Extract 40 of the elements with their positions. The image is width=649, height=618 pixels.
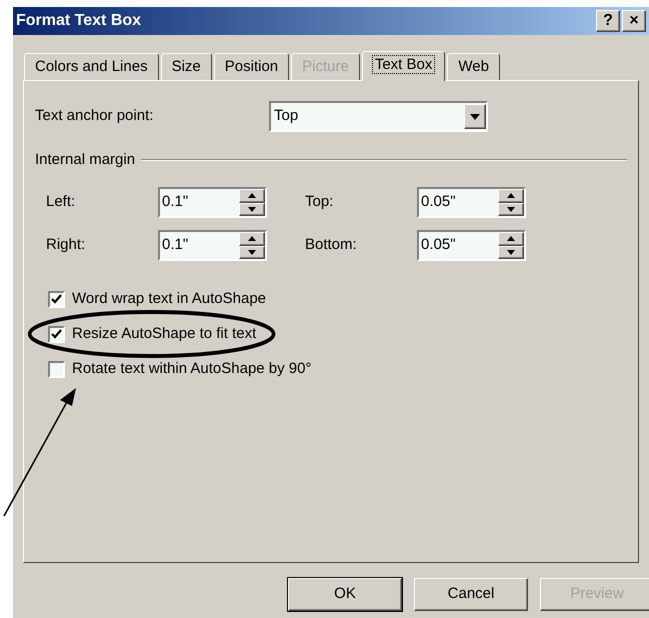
field-value: 0.05" [420, 235, 457, 256]
field-label: Bottom: [305, 235, 358, 256]
spin-down-icon[interactable] [239, 202, 265, 216]
tab[interactable]: Web [447, 53, 500, 80]
dialog-button[interactable]: OK [288, 578, 402, 611]
checkbox[interactable] [48, 360, 65, 378]
window-title: Format Text Box [16, 11, 142, 31]
dropdown-value: Top [273, 106, 300, 126]
spin-field[interactable]: 0.05" [417, 187, 526, 218]
tab[interactable]: Position [214, 53, 290, 80]
help-button[interactable]: ? [596, 10, 620, 32]
anchor-label: Text anchor point: [35, 106, 154, 126]
tab[interactable]: Size [160, 53, 212, 80]
spin-up-icon[interactable] [498, 189, 524, 202]
spin-field[interactable]: 0.1" [158, 230, 267, 261]
group-title: Internal margin [35, 150, 136, 170]
field-value: 0.1" [161, 192, 190, 212]
dialog-button[interactable]: Cancel [414, 578, 528, 611]
spin-field[interactable]: 0.1" [158, 187, 267, 218]
checkbox[interactable] [48, 290, 65, 308]
checkbox-label: Rotate text within AutoShape by 90° [72, 358, 312, 379]
spin-up-icon[interactable] [239, 232, 265, 246]
spin-field[interactable]: 0.05" [417, 230, 526, 261]
spin-up-icon[interactable] [498, 232, 524, 246]
field-value: 0.1" [161, 235, 190, 256]
spin-down-icon[interactable] [498, 202, 524, 216]
close-button[interactable]: × [622, 10, 646, 32]
spin-up-icon[interactable] [239, 189, 265, 202]
checkbox[interactable] [48, 326, 65, 342]
field-label: Right: [46, 235, 86, 256]
field-label: Top: [305, 192, 334, 212]
checkbox-label: Resize AutoShape to fit text [72, 324, 256, 344]
field-label: Left: [46, 192, 76, 212]
tab[interactable]: Colors and Lines [24, 53, 159, 80]
spin-down-icon[interactable] [239, 246, 265, 259]
checkbox-label: Word wrap text in AutoShape [72, 288, 266, 309]
tab[interactable]: Text Box [362, 51, 446, 81]
anchor-dropdown[interactable]: Top [269, 101, 488, 132]
field-value: 0.05" [420, 192, 457, 212]
spin-down-icon[interactable] [498, 246, 524, 259]
